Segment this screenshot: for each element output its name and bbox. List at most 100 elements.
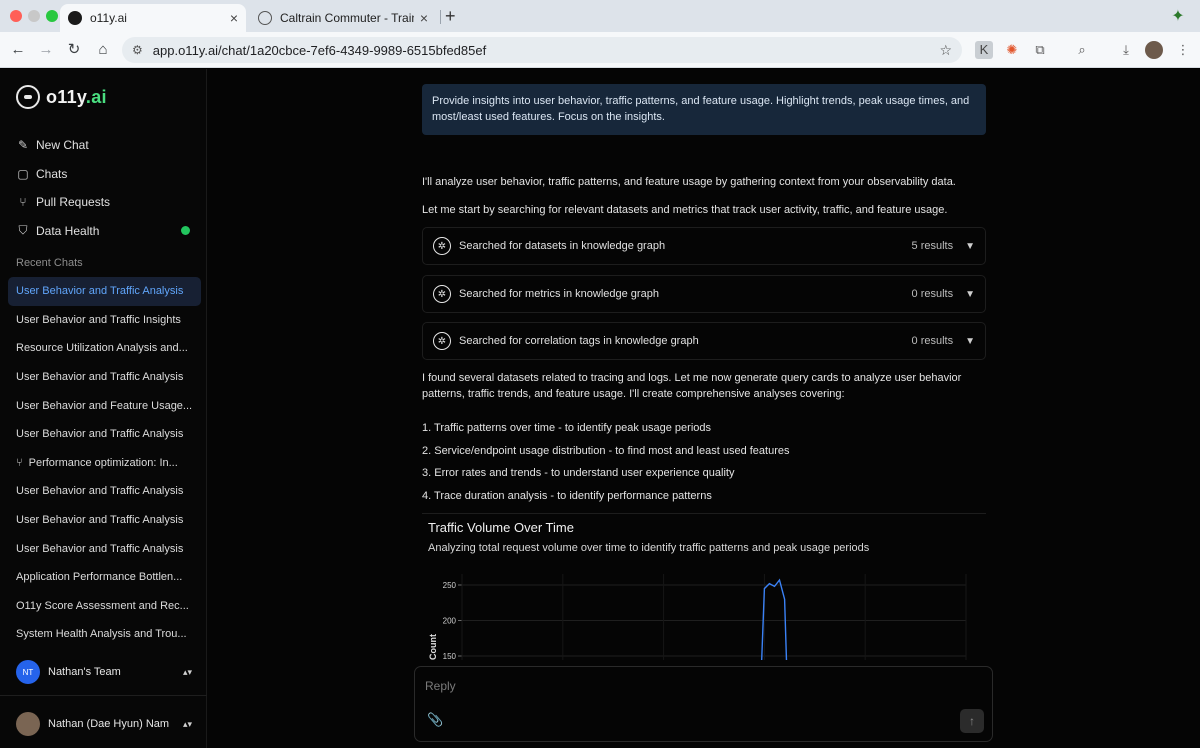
git-branch-icon: ⑂ <box>19 195 27 210</box>
url-text[interactable]: app.o11y.ai/chat/1a20cbce-7ef6-4349-9989… <box>153 43 940 58</box>
tool-call-metrics[interactable]: ✲ Searched for metrics in knowledge grap… <box>422 275 986 313</box>
recent-chat-item[interactable]: User Behavior and Traffic Insights <box>8 306 201 335</box>
nav-new-chat[interactable]: ✎ New Chat <box>16 131 196 160</box>
recent-chat-item[interactable]: User Behavior and Traffic Analysis <box>8 277 201 306</box>
extension-burst-icon[interactable]: ✺ <box>1003 41 1021 59</box>
pencil-icon: ✎ <box>17 138 29 153</box>
globe-icon <box>258 11 272 25</box>
browser-tab-o11y[interactable]: o11y.ai × <box>60 4 246 32</box>
nav-label: Chats <box>36 166 68 181</box>
user-name: Nathan (Dae Hyun) Nam <box>48 718 170 730</box>
reload-button[interactable]: ↻ <box>64 40 84 60</box>
shield-icon: ⛉ <box>18 223 28 238</box>
recent-chat-label: User Behavior and Traffic Analysis <box>16 285 184 298</box>
traffic-volume-chart: 150 200 250 Count <box>428 574 967 660</box>
assistant-text: I found several datasets related to trac… <box>422 372 962 400</box>
recent-chat-label: User Behavior and Traffic Analysis <box>16 542 184 555</box>
chevron-down-icon[interactable]: ▼ <box>965 241 975 252</box>
reply-composer: 📎 ↑ <box>414 666 993 742</box>
recent-chat-item[interactable]: User Behavior and Traffic Analysis <box>8 363 201 392</box>
new-tab-button[interactable]: + <box>445 6 456 27</box>
recent-chat-label: Application Performance Bottlen... <box>16 571 183 584</box>
site-settings-icon[interactable]: ⚙ <box>132 43 143 57</box>
y-tick-label: 200 <box>443 617 457 626</box>
nav-label: New Chat <box>36 138 89 153</box>
brain-icon: ✲ <box>433 237 451 255</box>
chevron-up-down-icon: ▴▾ <box>182 666 192 677</box>
analysis-plan-list: 1. Traffic patterns over time - to ident… <box>422 417 986 507</box>
bookmark-star-icon[interactable]: ☆ <box>939 42 952 59</box>
nav-label: Data Health <box>36 223 100 238</box>
extensions-puzzle-icon[interactable]: ⧉ <box>1031 41 1049 59</box>
browser-menu-icon[interactable]: ⋮ <box>1174 41 1192 59</box>
nav-label: Pull Requests <box>36 195 111 210</box>
user-menu[interactable]: Nathan (Dae Hyun) Nam ▴▾ <box>16 710 192 738</box>
recent-chat-item[interactable]: System Health Analysis and Trou... <box>8 620 201 649</box>
brain-icon: ✲ <box>433 332 451 350</box>
tab-search-icon[interactable]: ⌕ <box>1073 41 1091 59</box>
window-minimize-button[interactable] <box>28 10 40 22</box>
close-tab-icon[interactable]: × <box>420 10 428 26</box>
primary-nav: ✎ New Chat ▢ Chats ⑂ Pull Requests ⛉ Dat… <box>16 131 196 245</box>
close-tab-icon[interactable]: × <box>230 10 238 26</box>
paperclip-icon[interactable]: 📎 <box>427 712 443 728</box>
recent-chat-item[interactable]: O11y Score Assessment and Rec... <box>8 592 201 621</box>
assistant-text: Let me start by searching for relevant d… <box>422 204 948 216</box>
recent-chat-item[interactable]: User Behavior and Traffic Analysis <box>8 506 201 535</box>
extension-k-icon[interactable]: K <box>975 41 993 59</box>
tool-call-count: 5 results <box>911 240 954 252</box>
team-switcher[interactable]: NT Nathan's Team ▴▾ <box>16 658 192 686</box>
brand-logo[interactable]: o11y.ai <box>16 85 107 109</box>
recent-chat-item[interactable]: User Behavior and Traffic Analysis <box>8 534 201 563</box>
tool-call-correlation-tags[interactable]: ✲ Searched for correlation tags in knowl… <box>422 322 986 360</box>
chart-subtitle: Analyzing total request volume over time… <box>428 542 870 554</box>
tab-title: o11y.ai <box>90 11 127 25</box>
recent-chat-item[interactable]: ⑂ Performance optimization: In... <box>8 449 201 478</box>
recent-chat-item[interactable]: User Behavior and Traffic Analysis <box>8 477 201 506</box>
recent-chat-label: System Health Analysis and Trou... <box>16 628 187 641</box>
o11y-logo-icon <box>16 85 40 109</box>
brand-suffix: .ai <box>85 86 107 107</box>
download-icon[interactable]: ⤓ <box>1117 41 1135 59</box>
sparkle-icon[interactable]: ✦ <box>1168 6 1188 26</box>
recent-chat-label: Resource Utilization Analysis and... <box>16 342 188 355</box>
recent-chat-item[interactable]: Resource Utilization Analysis and... <box>8 334 201 363</box>
tab-title: Caltrain Commuter - Train Sc <box>280 11 414 25</box>
tab-separator <box>440 10 441 24</box>
chat-bubble-icon: ▢ <box>17 166 29 181</box>
chevron-down-icon[interactable]: ▼ <box>965 336 975 347</box>
nav-pull-requests[interactable]: ⑂ Pull Requests <box>16 188 196 217</box>
send-button[interactable]: ↑ <box>960 709 984 733</box>
nav-data-health[interactable]: ⛉ Data Health <box>16 217 196 246</box>
tool-call-label: Searched for metrics in knowledge graph <box>459 288 659 300</box>
recent-chat-label: User Behavior and Traffic Insights <box>16 313 181 326</box>
browser-tab-caltrain[interactable]: Caltrain Commuter - Train Sc × <box>250 4 436 32</box>
recent-chat-label: User Behavior and Traffic Analysis <box>16 428 184 441</box>
address-bar[interactable]: ⚙ app.o11y.ai/chat/1a20cbce-7ef6-4349-99… <box>122 37 962 63</box>
window-close-button[interactable] <box>10 10 22 22</box>
recent-chat-label: User Behavior and Feature Usage... <box>16 399 193 412</box>
recent-chats-list: User Behavior and Traffic Analysis User B… <box>8 277 201 649</box>
health-status-dot <box>181 226 190 236</box>
brand-prefix: o11y <box>46 86 86 107</box>
y-tick-label: 150 <box>443 652 457 660</box>
brand-name: o11y.ai <box>46 87 107 108</box>
window-maximize-button[interactable] <box>46 10 58 22</box>
tool-call-count: 0 results <box>911 288 954 300</box>
reply-input[interactable] <box>425 677 945 695</box>
forward-button[interactable]: → <box>36 40 56 60</box>
recent-chat-item[interactable]: Application Performance Bottlen... <box>8 563 201 592</box>
tool-call-count: 0 results <box>911 335 954 347</box>
tool-call-datasets[interactable]: ✲ Searched for datasets in knowledge gra… <box>422 227 986 265</box>
recent-chat-item[interactable]: User Behavior and Traffic Analysis <box>8 420 201 449</box>
home-button[interactable]: ⌂ <box>93 40 113 60</box>
nav-chats[interactable]: ▢ Chats <box>16 160 196 189</box>
team-avatar: NT <box>16 660 40 684</box>
browser-tab-bar: o11y.ai × Caltrain Commuter - Train Sc ×… <box>0 0 1200 32</box>
back-button[interactable]: ← <box>8 40 28 60</box>
tool-call-label: Searched for correlation tags in knowled… <box>459 335 699 347</box>
profile-avatar[interactable] <box>1145 41 1163 59</box>
chevron-down-icon[interactable]: ▼ <box>965 289 975 300</box>
recent-chat-label: User Behavior and Traffic Analysis <box>16 371 184 384</box>
recent-chat-item[interactable]: User Behavior and Feature Usage... <box>8 391 201 420</box>
